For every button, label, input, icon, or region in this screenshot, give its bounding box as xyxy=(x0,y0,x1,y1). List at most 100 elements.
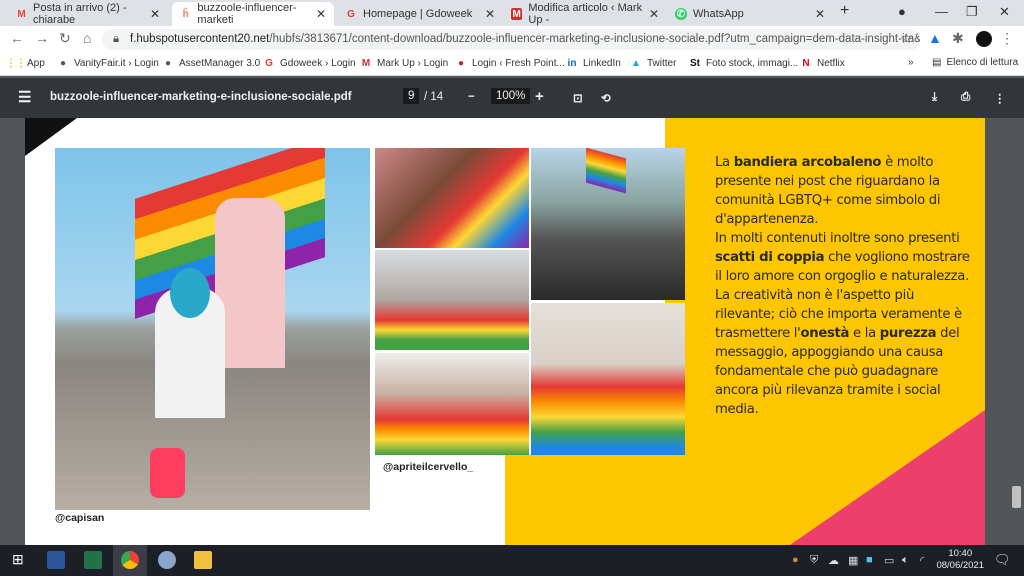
zoom-in-button[interactable]: + xyxy=(535,88,544,105)
hamburger-menu-icon[interactable]: ☰ xyxy=(18,88,31,106)
profile-indicator-icon[interactable]: ● xyxy=(898,4,906,19)
defender-icon[interactable]: ⛨ xyxy=(810,554,818,567)
volume-icon[interactable]: 🔈︎ xyxy=(902,554,909,567)
pink-triangle xyxy=(790,410,985,545)
page-number-input[interactable]: 9 xyxy=(403,88,420,104)
bookmark-item[interactable]: ● Login ‹ Fresh Point... xyxy=(455,57,565,69)
back-icon[interactable]: ← xyxy=(10,30,24,46)
tab-pdf[interactable]: ȟ buzzoole-influencer-marketi ✕ xyxy=(172,2,334,26)
paragraph-2: In molti contenuti inoltre sono presenti… xyxy=(715,231,970,284)
bookmark-icon: ● xyxy=(59,57,67,69)
bookmark-item[interactable]: ● AssetManager 3.0 xyxy=(162,57,260,69)
photo-pride-crowd xyxy=(531,148,685,300)
markup-icon: M xyxy=(511,8,523,20)
url-input[interactable]: 🔒︎ f.hubspotusercontent20.net/hubfs/38136… xyxy=(102,29,920,50)
photo-couple-flag xyxy=(55,148,370,510)
bookmarks-bar: ⋮⋮ App ● VanityFair.it › Login ● AssetManager… xyxy=(0,52,1024,76)
slide-body-text: La bandiera arcobaleno è molto presente … xyxy=(715,153,975,419)
tab-markup[interactable]: M Modifica articolo ‹ Mark Up - ✕ xyxy=(503,2,667,26)
close-icon[interactable]: ✕ xyxy=(649,7,659,21)
tab-whatsapp[interactable]: ✆ WhatsApp ✕ xyxy=(667,2,833,26)
reload-icon[interactable]: ↻ xyxy=(59,30,71,47)
forward-icon[interactable]: → xyxy=(35,30,49,46)
windows-start-icon[interactable]: ⊞ xyxy=(12,551,24,568)
close-icon[interactable]: ✕ xyxy=(316,7,326,21)
star-icon[interactable]: ☆ xyxy=(900,30,913,47)
tab-gmail[interactable]: M Posta in arrivo (2) - chiarabe ✕ xyxy=(8,2,168,26)
yellow-panel-bottom xyxy=(505,455,675,545)
scrollbar-thumb[interactable] xyxy=(1012,486,1021,508)
reading-list-button[interactable]: ▤ Elenco di lettura xyxy=(932,57,1018,68)
clock[interactable]: 10:40 08/06/2021 xyxy=(936,548,984,572)
excel-icon[interactable] xyxy=(84,551,102,569)
gmail-icon: M xyxy=(17,8,26,20)
maximize-button[interactable]: ❐ xyxy=(966,4,978,20)
tray-app-icon[interactable]: ▦ xyxy=(848,554,858,567)
zoom-input[interactable]: 100% xyxy=(491,88,531,104)
chrome-taskbar-button[interactable] xyxy=(113,545,147,576)
bookmark-icon: St xyxy=(690,57,700,69)
hubspot-icon: ȟ xyxy=(182,8,189,20)
close-icon[interactable]: ✕ xyxy=(150,7,160,21)
more-options-icon[interactable]: ⋮ xyxy=(994,91,1006,105)
new-tab-button[interactable]: + xyxy=(840,2,849,20)
fit-page-icon[interactable]: ⊡ xyxy=(573,91,583,105)
minimize-button[interactable]: — xyxy=(935,4,948,19)
reading-list-icon: ▤ xyxy=(932,57,942,68)
drive-icon[interactable]: ▲ xyxy=(928,30,942,46)
bookmark-item[interactable]: ● VanityFair.it › Login xyxy=(57,57,159,69)
gdoweek-icon: G xyxy=(347,8,355,20)
paint-icon[interactable] xyxy=(158,551,176,569)
wifi-icon[interactable]: ◜ xyxy=(920,554,924,567)
file-explorer-icon[interactable] xyxy=(194,551,212,569)
window-close-button[interactable]: ✕ xyxy=(999,4,1010,20)
zoom-out-button[interactable]: − xyxy=(468,91,475,103)
close-icon[interactable]: ✕ xyxy=(485,7,495,21)
bookmark-icon: ● xyxy=(164,57,172,69)
battery-icon[interactable]: ▭ xyxy=(884,554,894,567)
tab-gdoweek[interactable]: G Homepage | Gdoweek ✕ xyxy=(337,2,503,26)
photo-couple-flag-wall xyxy=(531,303,685,455)
photo-caption-apriteilcervello: @apriteilcervello_ xyxy=(383,461,474,473)
extensions-icon[interactable]: ✱ xyxy=(952,30,964,47)
vertical-scrollbar[interactable] xyxy=(1009,118,1024,545)
chrome-icon xyxy=(121,551,139,569)
download-icon[interactable]: ⤓ xyxy=(932,91,937,104)
photo-caption-capisan: @capisan xyxy=(55,512,105,524)
paragraph-3: La creatività non è l'aspetto più rileva… xyxy=(715,288,962,417)
bookmark-icon: ⋮⋮ xyxy=(6,57,26,69)
bookmark-item[interactable]: St Foto stock, immagi... xyxy=(689,57,798,69)
whatsapp-icon: ✆ xyxy=(675,8,687,20)
pdf-title: buzzoole-influencer-marketing-e-inclusio… xyxy=(50,91,352,103)
bookmark-icon: in xyxy=(567,57,577,69)
address-bar-row: ← → ↻ ⌂ 🔒︎ f.hubspotusercontent20.net/hub… xyxy=(0,26,1024,52)
pdf-toolbar: ☰ buzzoole-influencer-marketing-e-inclus… xyxy=(0,78,1024,118)
bookmark-icon: M xyxy=(361,57,371,69)
bookmark-item[interactable]: G Gdoweek › Login xyxy=(263,57,356,69)
photo-couple-kiss-2 xyxy=(375,250,529,350)
lock-icon: 🔒︎ xyxy=(113,33,120,45)
menu-icon[interactable]: ⋮ xyxy=(1000,30,1014,47)
bookmark-item[interactable]: N Netflix xyxy=(800,57,844,69)
paragraph-1: La bandiera arcobaleno è molto presente … xyxy=(715,155,941,227)
photo-couple-kiss-1 xyxy=(375,148,529,248)
close-icon[interactable]: ✕ xyxy=(815,7,825,21)
avatar[interactable] xyxy=(976,31,992,47)
bookmark-icon: N xyxy=(802,57,810,69)
bookmark-item[interactable]: in LinkedIn xyxy=(566,57,621,69)
tray-app-icon[interactable]: ● xyxy=(792,554,799,566)
word-icon[interactable] xyxy=(47,551,65,569)
bookmark-item[interactable]: M Mark Up › Login xyxy=(360,57,448,69)
home-icon[interactable]: ⌂ xyxy=(83,30,91,46)
bookmark-item[interactable]: ▲ Twitter xyxy=(630,57,676,69)
bookmark-item[interactable]: ⋮⋮ App xyxy=(6,57,45,69)
print-icon[interactable]: ⎙ xyxy=(961,91,970,104)
photo-couple-kiss-3 xyxy=(375,353,529,455)
notifications-icon[interactable]: 🗨︎ xyxy=(994,552,1011,568)
more-bookmarks-button[interactable]: » xyxy=(908,57,914,68)
pdf-page: @capisan @apriteilcervello_ La bandiera … xyxy=(25,118,985,545)
rotate-icon[interactable]: ⟲ xyxy=(601,91,611,105)
onedrive-icon[interactable]: ☁ xyxy=(828,554,839,567)
page-total: / 14 xyxy=(424,91,444,103)
tray-app-icon[interactable]: ■ xyxy=(866,554,873,566)
